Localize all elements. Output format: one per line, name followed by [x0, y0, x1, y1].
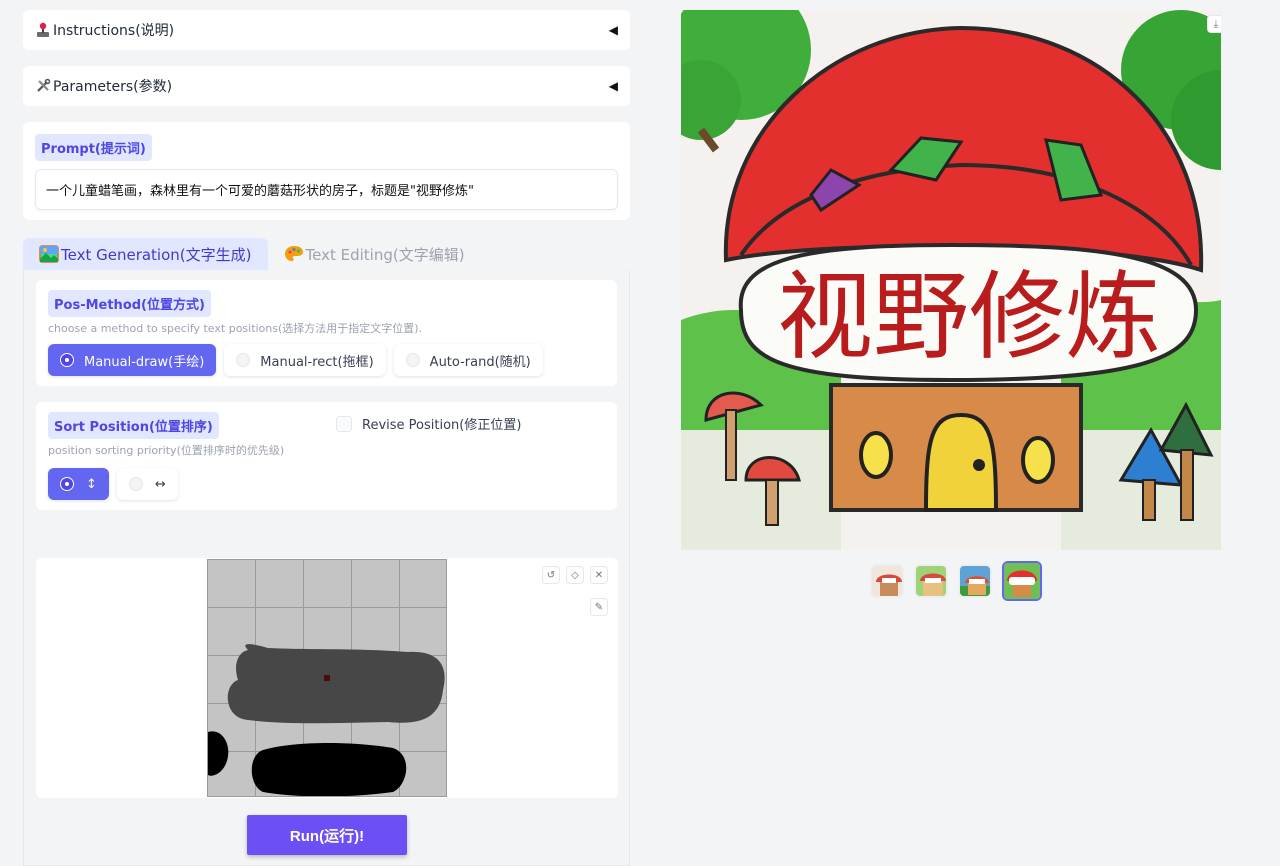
tab-text-generation[interactable]: Text Generation(文字生成)	[23, 238, 268, 270]
instructions-accordion[interactable]: Instructions(说明) ◀	[23, 10, 630, 50]
radio-auto-rand-label: Auto-rand(随机)	[429, 354, 531, 370]
sort-position-options: ↕ ↔	[48, 468, 605, 500]
sort-position-label: Sort Position(位置排序)	[48, 412, 219, 439]
image-title-text: 视野修炼	[777, 261, 1161, 373]
radio-manual-draw[interactable]: Manual-draw(手绘)	[48, 344, 217, 376]
sort-position-card: Sort Position(位置排序) position sorting pri…	[36, 402, 617, 510]
thumbnail-4[interactable]	[1002, 561, 1042, 601]
tab-text-generation-label: Text Generation(文字生成)	[61, 245, 252, 264]
parameters-label: Parameters(参数)	[53, 79, 173, 95]
radio-manual-rect-label: Manual-rect(拖框)	[260, 354, 374, 370]
eraser-icon[interactable]: ◇	[566, 566, 584, 584]
pos-method-options: Manual-draw(手绘) Manual-rect(拖框) Auto-ran…	[48, 344, 605, 376]
radio-dot-icon	[128, 477, 143, 491]
palette-icon	[284, 246, 303, 261]
radio-sort-horizontal-label: ↔	[154, 476, 166, 492]
close-icon[interactable]: ✕	[590, 566, 608, 584]
svg-text:视野修炼: 视野修炼	[777, 261, 1161, 373]
output-panel: 视野修炼 ⤓ ✕	[681, 10, 1221, 550]
tab-text-editing-label: Text Editing(文字编辑)	[305, 245, 465, 264]
radio-dot-icon	[60, 353, 74, 367]
thumbnail-3[interactable]	[958, 564, 992, 598]
generated-image[interactable]: 视野修炼 ⤓ ✕	[681, 10, 1221, 550]
parameters-header: Parameters(参数)	[35, 76, 172, 96]
tab-bar: Text Generation(文字生成) Text Editing(文字编辑)	[23, 238, 630, 270]
revise-position-label: Revise Position(修正位置)	[362, 418, 522, 433]
checkbox-box-icon	[336, 415, 352, 432]
radio-sort-horizontal[interactable]: ↔	[116, 468, 178, 500]
thumbnail-1[interactable]	[870, 564, 904, 598]
revise-position-checkbox[interactable]: Revise Position(修正位置)	[336, 414, 521, 433]
parameters-accordion[interactable]: Parameters(参数) ◀	[23, 66, 630, 106]
joystick-icon	[37, 22, 49, 37]
radio-manual-rect[interactable]: Manual-rect(拖框)	[224, 344, 386, 376]
download-icon[interactable]: ⤓	[1207, 15, 1221, 33]
radio-auto-rand[interactable]: Auto-rand(随机)	[393, 344, 543, 376]
text-generation-panel: Pos-Method(位置方式) choose a method to spec…	[23, 270, 630, 866]
instructions-header: Instructions(说明)	[35, 20, 174, 40]
sketch-canvas[interactable]	[207, 559, 447, 797]
radio-sort-vertical[interactable]: ↕	[48, 468, 109, 500]
left-panel: Instructions(说明) ◀ Parameters(参数) ◀ Prom…	[23, 10, 630, 866]
tools-icon	[37, 78, 51, 92]
picture-icon	[39, 245, 59, 263]
pos-method-description: choose a method to specify text position…	[48, 322, 423, 335]
mushroom-house-illustration: 视野修炼	[681, 10, 1221, 550]
pos-method-label: Pos-Method(位置方式)	[48, 290, 211, 317]
pos-method-card: Pos-Method(位置方式) choose a method to spec…	[36, 280, 617, 386]
radio-dot-icon	[60, 477, 74, 491]
collapse-arrow-icon[interactable]: ◀	[609, 79, 618, 93]
run-button[interactable]: Run(运行)!	[247, 815, 407, 855]
prompt-input[interactable]: 一个儿童蜡笔画，森林里有一个可爱的蘑菇形状的房子，标题是"视野修炼"	[35, 169, 618, 210]
sort-position-description: position sorting priority(位置排序时的优先级)	[48, 444, 285, 457]
instructions-label: Instructions(说明)	[53, 23, 175, 39]
radio-manual-draw-label: Manual-draw(手绘)	[84, 354, 205, 370]
prompt-label: Prompt(提示词)	[35, 134, 152, 161]
undo-icon[interactable]: ↺	[542, 566, 560, 584]
radio-dot-icon	[405, 353, 420, 367]
tab-text-editing[interactable]: Text Editing(文字编辑)	[268, 238, 481, 270]
radio-sort-vertical-label: ↕	[86, 476, 97, 492]
radio-dot-icon	[236, 353, 251, 367]
collapse-arrow-icon[interactable]: ◀	[609, 23, 618, 37]
sketch-canvas-card: ↺ ◇ ✕ ✎	[36, 558, 618, 798]
thumbnail-strip	[870, 561, 1042, 601]
brush-icon[interactable]: ✎	[590, 598, 608, 616]
thumbnail-2[interactable]	[914, 564, 948, 598]
prompt-section: Prompt(提示词) 一个儿童蜡笔画，森林里有一个可爱的蘑菇形状的房子，标题是…	[23, 122, 630, 220]
drawn-strokes	[208, 644, 445, 796]
